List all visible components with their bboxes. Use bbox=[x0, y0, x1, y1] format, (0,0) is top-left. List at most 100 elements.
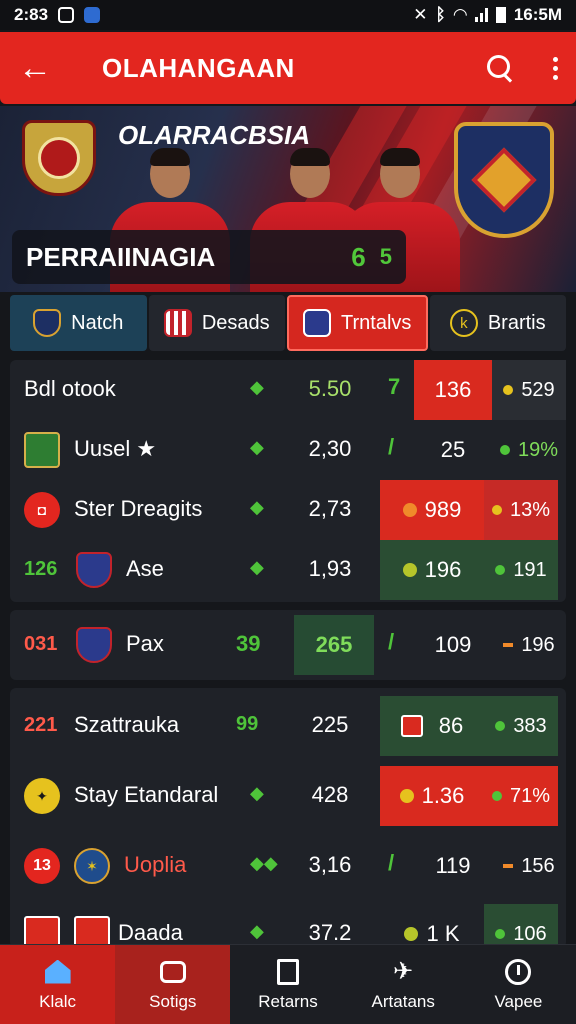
team-value: 225 bbox=[311, 712, 349, 737]
nav-label: Retarns bbox=[258, 991, 318, 1011]
dash-icon bbox=[503, 643, 514, 647]
stat-cell: 156 bbox=[492, 836, 566, 896]
table-row[interactable]: 031 Pax 39 265 / 109 196 bbox=[10, 615, 566, 675]
status-right-time: 16:5M bbox=[513, 5, 562, 24]
status-time: 2:83 bbox=[14, 5, 49, 24]
tab-label: Desads bbox=[201, 311, 270, 334]
nav-label: Sotigs bbox=[149, 991, 197, 1011]
stat-cell: 1.36 bbox=[380, 766, 484, 826]
stat-cell: 109 bbox=[434, 632, 472, 657]
table-row[interactable]: 13 ✶ Uoplia ◆◆ 3,16 / 119 156 bbox=[10, 836, 566, 896]
nav-vapee[interactable]: Vapee bbox=[461, 945, 576, 1024]
stat-cell: 86 bbox=[380, 696, 484, 756]
tab-trntalvs[interactable]: Trntalvs bbox=[287, 295, 428, 351]
app-bar: ← OLAHANGAAN bbox=[0, 32, 576, 104]
page-title: OLAHANGAAN bbox=[102, 52, 295, 83]
bullet-icon bbox=[491, 505, 502, 515]
status-bar: 2:83 ✕ ᛒ ◠ 16:5M bbox=[0, 0, 576, 30]
team-name: Bdl otook bbox=[24, 376, 116, 401]
club-crest-icon bbox=[454, 122, 554, 238]
camera-notification-icon bbox=[58, 7, 75, 23]
banner-score-secondary: 5 bbox=[379, 244, 392, 269]
bottom-navigation: Klalc Sotigs Retarns ✈ Artatans Vapee bbox=[0, 944, 576, 1024]
nav-label: Vapee bbox=[494, 991, 543, 1011]
stat-cell: 196 bbox=[492, 615, 566, 675]
stat-cell: 25 bbox=[440, 437, 466, 462]
gem-badge-icon bbox=[303, 309, 332, 337]
team-logo-icon: ◘ bbox=[24, 492, 60, 528]
team-name: Ase bbox=[126, 556, 164, 581]
team-logo-icon: ✦ bbox=[24, 778, 60, 814]
bluetooth-icon: ᛒ bbox=[435, 5, 446, 24]
bullet-icon bbox=[503, 385, 514, 395]
trend-indicator: ◆ bbox=[250, 783, 264, 803]
plane-icon: ✈ bbox=[393, 958, 414, 985]
team-value: 2,30 bbox=[308, 436, 352, 461]
trend-indicator: ◆ bbox=[250, 437, 264, 457]
app-notification-icon bbox=[84, 7, 101, 23]
stat-cell: 19% bbox=[492, 420, 566, 480]
trend-indicator: ◆ bbox=[250, 497, 264, 517]
tab-label: Brartis bbox=[487, 311, 546, 334]
trend-indicator: ◆ bbox=[250, 557, 264, 577]
tab-natch[interactable]: Natch bbox=[10, 295, 147, 351]
table-row[interactable]: 126 Ase ◆ 1,93 196 191 bbox=[10, 540, 566, 600]
bullet-icon bbox=[491, 791, 502, 801]
tab-label: Natch bbox=[71, 311, 124, 334]
flag-icon bbox=[400, 715, 423, 737]
home-icon bbox=[44, 958, 72, 986]
battery-icon bbox=[495, 7, 506, 23]
tab-label: Trntalvs bbox=[341, 311, 412, 334]
bullet-icon bbox=[499, 445, 510, 455]
dash-icon bbox=[503, 864, 514, 868]
table-row[interactable]: Bdl otook ◆ 5.50 7 136 529 bbox=[10, 360, 566, 420]
runner-icon: k bbox=[449, 309, 478, 337]
trend-indicator: ◆ bbox=[250, 921, 264, 941]
team-value: 5.50 bbox=[308, 376, 352, 401]
striped-crest-icon bbox=[163, 309, 192, 337]
tab-desads[interactable]: Desads bbox=[148, 295, 285, 351]
clock-icon bbox=[504, 958, 532, 986]
row-rank: 221 bbox=[24, 714, 58, 736]
box-icon bbox=[159, 958, 187, 986]
trend-tick: / bbox=[388, 434, 395, 459]
table-row[interactable]: Uusel ★ ◆ 2,30 / 25 19% bbox=[10, 420, 566, 480]
search-icon[interactable] bbox=[487, 55, 513, 81]
table-row[interactable]: ◘ Ster Dreagits ◆ 2,73 989 13% bbox=[10, 480, 566, 540]
banner-title: PERRAIINAGIA bbox=[26, 241, 216, 272]
team-name: Pax bbox=[126, 631, 164, 656]
team-name: Szattrauka bbox=[74, 712, 180, 737]
banner-score: 6 bbox=[351, 241, 366, 272]
row-rank: 126 bbox=[24, 558, 58, 580]
shield-icon bbox=[33, 309, 62, 337]
table-row[interactable]: 221 Szattrauka 99 225 86 383 bbox=[10, 696, 566, 756]
nav-retarns[interactable]: Retarns bbox=[230, 945, 345, 1024]
stat-cell: 383 bbox=[484, 696, 558, 756]
tab-brartis[interactable]: k Brartis bbox=[429, 295, 566, 351]
stat-cell: 119 bbox=[435, 853, 471, 878]
trend-tick: / bbox=[388, 850, 395, 875]
bullet-icon bbox=[402, 503, 417, 517]
nav-sotigs[interactable]: Sotigs bbox=[115, 945, 231, 1024]
wifi-icon: ◠ bbox=[453, 5, 467, 24]
row-rank: 031 bbox=[24, 633, 58, 655]
document-icon bbox=[274, 958, 302, 986]
nav-home[interactable]: Klalc bbox=[0, 945, 116, 1024]
mute-icon: ✕ bbox=[413, 5, 428, 24]
nav-artatans[interactable]: ✈ Artatans bbox=[346, 945, 461, 1024]
trend-tick: 7 bbox=[388, 374, 401, 399]
more-options-icon[interactable] bbox=[553, 56, 558, 80]
back-arrow-icon[interactable]: ← bbox=[18, 49, 58, 88]
stat-cell: 71% bbox=[484, 766, 558, 826]
team-logo-icon bbox=[76, 552, 112, 588]
team-name: Ster Dreagits bbox=[74, 496, 203, 521]
trend-indicator: ◆◆ bbox=[250, 853, 278, 873]
team-value: 1,93 bbox=[308, 556, 352, 581]
hero-score-banner[interactable]: PERRAIINAGIA 6 5 bbox=[12, 230, 406, 284]
stat-cell: 989 bbox=[380, 480, 484, 540]
hero-brand: OLARRACBSIA bbox=[118, 120, 311, 150]
stat-cell: 196 bbox=[380, 540, 484, 600]
table-row[interactable]: ✦ Stay Etandaral ◆ 428 1.36 71% bbox=[10, 766, 566, 826]
trend-indicator: 99 bbox=[236, 713, 259, 735]
stat-cell: 13% bbox=[484, 480, 558, 540]
